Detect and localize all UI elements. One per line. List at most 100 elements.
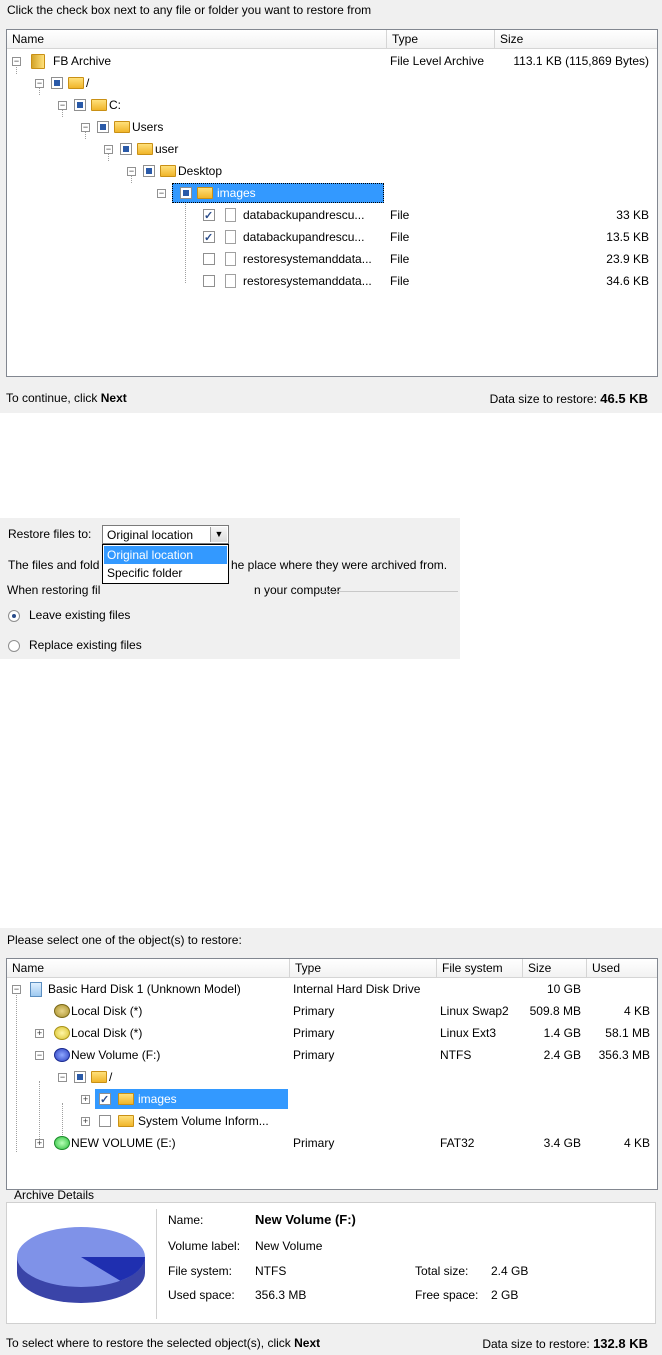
data-size-label: Data size to restore: [482, 1337, 590, 1351]
tree-row[interactable]: − images [7, 183, 655, 203]
tree-row[interactable]: + NEW VOLUME (E:) Primary FAT32 3.4 GB 4… [7, 1133, 655, 1153]
row-checkbox[interactable] [97, 121, 109, 133]
row-type: File [390, 252, 410, 266]
column-header-size[interactable]: Size [495, 30, 657, 48]
description-right: he place where they were archived from. [231, 558, 448, 572]
tree-row[interactable]: Local Disk (*) Primary Linux Swap2 509.8… [7, 1001, 655, 1021]
row-checkbox[interactable] [203, 253, 215, 265]
row-checkbox[interactable] [99, 1115, 111, 1127]
row-checkbox[interactable] [120, 143, 132, 155]
tree-row[interactable]: − FB Archive File Level Archive 113.1 KB… [7, 51, 655, 71]
dropdown-option-original[interactable]: Original location [104, 546, 227, 564]
tree-row[interactable]: − / [7, 1067, 655, 1087]
column-header-fs[interactable]: File system [437, 959, 523, 977]
row-checkbox[interactable] [99, 1090, 111, 1110]
radio-leave-existing[interactable] [8, 610, 20, 622]
tree-row[interactable]: + images [7, 1089, 655, 1110]
collapse-icon[interactable]: − [12, 57, 21, 66]
column-header-type[interactable]: Type [387, 30, 495, 48]
tree-row[interactable]: databackupandrescu... File 13.5 KB [7, 227, 655, 248]
folder-icon [114, 121, 130, 133]
row-size: 113.1 KB (115,869 Bytes) [513, 54, 649, 68]
row-name: / [86, 76, 90, 90]
tree-row[interactable]: − Desktop [7, 161, 655, 181]
tree-row[interactable]: + Local Disk (*) Primary Linux Ext3 1.4 … [7, 1023, 655, 1043]
next-label: Next [100, 391, 127, 405]
data-size: Data size to restore: 46.5 KB [490, 391, 648, 406]
row-type: File [390, 274, 410, 288]
row-name: / [109, 1070, 113, 1084]
object-tree[interactable]: Name Type File system Size Used − Basic … [6, 958, 658, 1190]
tree-row[interactable]: − New Volume (F:) Primary NTFS 2.4 GB 35… [7, 1045, 655, 1065]
row-checkbox[interactable] [74, 99, 86, 111]
column-header-used[interactable]: Used [587, 959, 657, 977]
row-checkbox[interactable] [143, 165, 155, 177]
row-checkbox[interactable] [203, 228, 215, 248]
tree-row[interactable]: − C: [7, 95, 655, 115]
group-label-left: When restoring fil [7, 583, 101, 597]
collapse-icon[interactable]: − [81, 123, 90, 132]
row-name: Users [132, 120, 164, 134]
tree-row[interactable]: − / [7, 73, 655, 93]
file-icon [225, 274, 236, 288]
restore-to-label: Restore files to: [8, 527, 92, 541]
collapse-icon[interactable]: − [104, 145, 113, 154]
row-size: 33 KB [616, 208, 649, 222]
column-header-name[interactable]: Name [7, 30, 387, 48]
collapse-icon[interactable]: − [35, 1051, 44, 1060]
dropdown-list[interactable]: Original location Specific folder [102, 544, 229, 584]
expand-icon[interactable]: + [81, 1095, 90, 1104]
object-restore-panel: Please select one of the object(s) to re… [0, 928, 662, 1355]
expand-icon[interactable]: + [35, 1139, 44, 1148]
file-tree[interactable]: Name Type Size − FB Archive File Level A… [6, 29, 658, 377]
tree-row[interactable]: restoresystemanddata... File 34.6 KB [7, 271, 655, 291]
row-name: Basic Hard Disk 1 (Unknown Model) [48, 982, 241, 996]
folder-icon [197, 187, 213, 199]
row-fs: FAT32 [440, 1136, 475, 1150]
radio-replace-existing[interactable] [8, 640, 20, 652]
tree-row[interactable]: − Users [7, 117, 655, 137]
row-type: File Level Archive [390, 54, 485, 68]
expand-icon[interactable]: + [35, 1029, 44, 1038]
row-checkbox[interactable] [203, 275, 215, 287]
row-fs: NTFS [440, 1048, 472, 1062]
row-name: Local Disk (*) [71, 1026, 143, 1040]
data-size-value: 132.8 KB [593, 1336, 648, 1351]
row-size: 1.4 GB [543, 1026, 581, 1040]
tree-row[interactable]: restoresystemanddata... File 23.9 KB [7, 249, 655, 269]
row-name: images [217, 186, 256, 200]
collapse-icon[interactable]: − [35, 79, 44, 88]
expand-icon[interactable]: + [81, 1117, 90, 1126]
column-header-size[interactable]: Size [523, 959, 587, 977]
row-size: 10 GB [546, 982, 581, 996]
tree-row[interactable]: − user [7, 139, 655, 159]
collapse-icon[interactable]: − [58, 101, 67, 110]
column-header-name[interactable]: Name [7, 959, 290, 977]
row-checkbox[interactable] [180, 187, 192, 199]
tree-row[interactable]: − Basic Hard Disk 1 (Unknown Model) Inte… [7, 979, 655, 999]
row-checkbox[interactable] [203, 206, 215, 226]
tree-row[interactable]: + System Volume Inform... [7, 1111, 655, 1131]
row-checkbox[interactable] [74, 1071, 86, 1083]
collapse-icon[interactable]: − [127, 167, 136, 176]
footer-hint-text: To select where to restore the selected … [6, 1336, 291, 1350]
description-left: The files and fold [8, 558, 100, 572]
radio-leave-label[interactable]: Leave existing files [29, 608, 130, 622]
tree-row[interactable]: databackupandrescu... File 33 KB [7, 205, 655, 226]
hard-disk-icon [30, 982, 42, 997]
collapse-icon[interactable]: − [58, 1073, 67, 1082]
collapse-icon[interactable]: − [157, 189, 166, 198]
collapse-icon[interactable]: − [12, 985, 21, 994]
dropdown-option-specific[interactable]: Specific folder [104, 564, 227, 582]
radio-replace-label[interactable]: Replace existing files [29, 638, 142, 652]
tree-header: Name Type Size [7, 30, 657, 49]
row-name: databackupandrescu... [243, 230, 365, 244]
dropdown-arrow-icon[interactable]: ▼ [210, 527, 227, 542]
row-fs: Linux Ext3 [440, 1026, 497, 1040]
row-fs: Linux Swap2 [440, 1004, 509, 1018]
row-checkbox[interactable] [51, 77, 63, 89]
detail-total-value: 2.4 GB [491, 1264, 529, 1278]
restore-to-select[interactable]: Original location ▼ [102, 525, 229, 544]
footer-hint: To continue, click Next [6, 391, 127, 405]
column-header-type[interactable]: Type [290, 959, 437, 977]
